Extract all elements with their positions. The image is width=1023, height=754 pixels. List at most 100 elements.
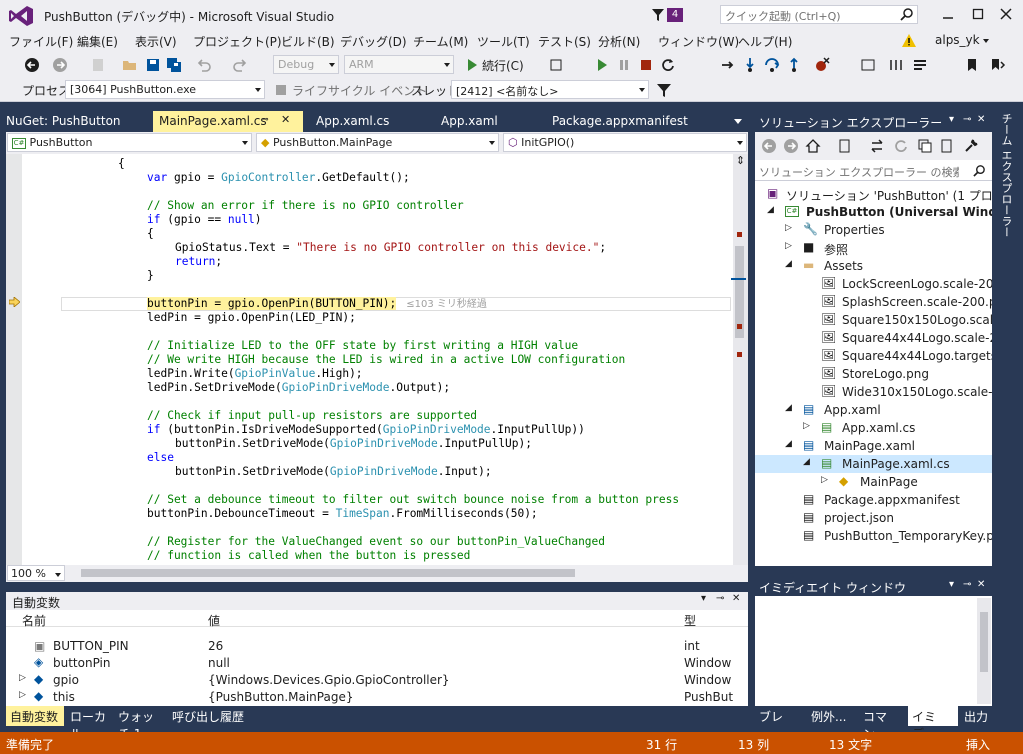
close-icon[interactable]: ✕ [977,114,985,125]
horizontal-scrollbar-thumb[interactable] [81,569,575,577]
comment-icon[interactable] [912,57,928,73]
code-token: ; [215,255,223,268]
code-token: .InputPullUp)) [490,423,585,436]
tree-item-app-xaml-cs[interactable]: ▷ ▤ App.xaml.cs [755,419,992,437]
tree-item-file[interactable]: ▤ Package.appxmanifest [755,491,992,509]
split-icon[interactable]: ⇕ [733,154,748,169]
chevron-down-icon[interactable] [983,39,989,43]
table-row[interactable]: ▷ ◆ this {PushButton.MainPage} PushBut [6,689,748,706]
maximize-icon[interactable] [972,8,984,20]
tab-overflow-icon[interactable] [734,119,742,124]
minimize-icon[interactable] [942,8,954,20]
step-out-icon[interactable] [786,57,802,73]
tree-item-file[interactable]: 🖼 Square44x44Logo.targetsize- [755,347,992,365]
tree-item-mainpage-class[interactable]: ▷ ◆ MainPage [755,473,992,491]
table-row[interactable]: ▣ BUTTON_PIN 26 int [6,638,748,655]
immediate-window[interactable]: イミディエイト ウィンドウ ▾ ⊸ ✕ [755,576,992,706]
pin-icon[interactable]: ⊸ [716,593,724,604]
zoom-dropdown[interactable]: 100 % [7,565,65,581]
tab-output[interactable]: 出力 [960,706,995,726]
next-bookmark-icon[interactable] [990,57,1006,73]
tab-autos[interactable]: 自動変数 [6,706,64,726]
collapsed-icon[interactable]: ▷ [785,223,792,233]
image-file-icon: 🖼 [821,294,837,308]
quick-launch-input[interactable]: クイック起動 (Ctrl+Q) [720,5,918,24]
dropdown-icon[interactable]: ▾ [949,579,954,590]
menu-help[interactable]: ヘルプ(H) [738,33,792,50]
refresh-icon[interactable] [893,138,909,154]
expand-icon[interactable]: ▷ [19,690,26,700]
column-header-type[interactable]: 型 [684,612,696,629]
collapsed-icon[interactable]: ▷ [803,421,810,431]
tree-item-file[interactable]: ▤ PushButton_TemporaryKey.pfx [755,527,992,545]
expanded-icon[interactable]: ◢ [785,259,792,269]
variable-value: 26 [208,639,224,653]
tree-item-file[interactable]: 🖼 SplashScreen.scale-200.png [755,293,992,311]
pin-icon[interactable]: ⊸ [963,579,971,590]
tree-item-file[interactable]: ▤ project.json [755,509,992,527]
close-icon[interactable] [1000,8,1012,20]
forward-icon[interactable] [783,138,799,154]
tree-item-solution[interactable]: ▣ ソリューション 'PushButton' (1 プロジェクト) [755,185,992,203]
threads-icon[interactable] [888,57,904,73]
tab-exceptions[interactable]: 例外... [807,706,857,726]
solution-search-input[interactable]: ソリューション エクスプローラー の検索 (Ctrl- [755,160,992,181]
dropdown-icon[interactable]: ▾ [949,114,954,125]
hex-display-icon[interactable] [860,57,876,73]
tree-item-project[interactable]: ◢ C# PushButton (Universal Windows) [755,203,992,221]
scrollbar-thumb[interactable] [980,612,988,672]
home-icon[interactable] [805,138,821,154]
column-header-name[interactable]: 名前 [22,612,46,629]
tree-item-file[interactable]: 🖼 Square44x44Logo.scale-200. [755,329,992,347]
expanded-icon[interactable]: ◢ [767,205,774,215]
tab-command[interactable]: コマン... [859,706,907,741]
tree-item-file[interactable]: 🖼 Wide310x150Logo.scale-200 [755,383,992,401]
step-into-icon[interactable] [742,57,758,73]
tab-immediate[interactable]: イミデ... [908,706,958,741]
tab-locals[interactable]: ローカル [66,706,114,741]
table-row[interactable]: ▷ ◆ gpio {Windows.Devices.Gpio.GpioContr… [6,672,748,689]
bookmark-icon[interactable] [964,57,980,73]
solution-explorer-header: ソリューション エクスプローラー ▾ ⊸ ✕ [755,111,992,132]
tab-call-stack[interactable]: 呼び出し履歴 [168,706,248,726]
editor-vertical-scrollbar[interactable]: ⇕ [731,154,748,565]
expanded-icon[interactable]: ◢ [803,457,810,467]
collapse-all-icon[interactable] [917,138,933,154]
back-icon[interactable] [761,138,777,154]
dropdown-icon[interactable]: ▾ [701,593,706,604]
immediate-scrollbar[interactable] [977,598,991,704]
tree-item-assets[interactable]: ◢ ▬ Assets [755,257,992,275]
perf-tip[interactable]: ≤103 ミリ秒経過 [406,299,487,310]
collapsed-icon[interactable]: ▷ [821,475,828,485]
user-name[interactable]: alps_yk [935,33,980,47]
breakpoint-toggle-icon[interactable] [814,57,830,73]
code-line: buttonPin = gpio.OpenPin(BUTTON_PIN); ≤10… [147,297,487,312]
close-icon[interactable]: ✕ [977,579,985,590]
variable-name: gpio [53,673,79,687]
tree-item-file[interactable]: 🖼 LockScreenLogo.scale-200.p [755,275,992,293]
tree-item-file[interactable]: 🖼 StoreLogo.png [755,365,992,383]
expand-icon[interactable]: ▷ [19,673,26,683]
close-icon[interactable]: ✕ [732,593,740,604]
tree-item-mainpage-xaml-cs-selected[interactable]: ◢ ▤ MainPage.xaml.cs [755,455,992,473]
tree-item-references[interactable]: ▷ ■ 参照 [755,239,992,257]
tab-breakpoints[interactable]: ブレー... [755,706,805,741]
tree-item-properties[interactable]: ▷ 🔧 Properties [755,221,992,239]
tree-item-mainpage-xaml[interactable]: ◢ ▤ MainPage.xaml [755,437,992,455]
chevron-down-icon [737,141,743,145]
step-over-icon[interactable] [764,57,780,73]
tree-item-file[interactable]: 🖼 Square150x150Logo.scale-20 [755,311,992,329]
collapsed-icon[interactable]: ▷ [785,241,792,251]
pin-icon[interactable]: ⊸ [963,114,971,125]
show-all-files-icon[interactable] [939,138,955,154]
pending-changes-icon[interactable] [837,138,853,154]
table-row[interactable]: ◈ buttonPin null Window [6,655,748,672]
tab-watch-1[interactable]: ウォッチ 1 [114,706,169,741]
expanded-icon[interactable]: ◢ [785,403,792,413]
column-header-value[interactable]: 値 [208,612,220,629]
sync-icon[interactable] [869,138,885,154]
tree-item-app-xaml[interactable]: ◢ ▤ App.xaml [755,401,992,419]
tab-team-explorer[interactable]: チーム エクスプローラー [998,113,1014,238]
expanded-icon[interactable]: ◢ [785,439,792,449]
properties-wrench-icon[interactable] [963,138,979,154]
